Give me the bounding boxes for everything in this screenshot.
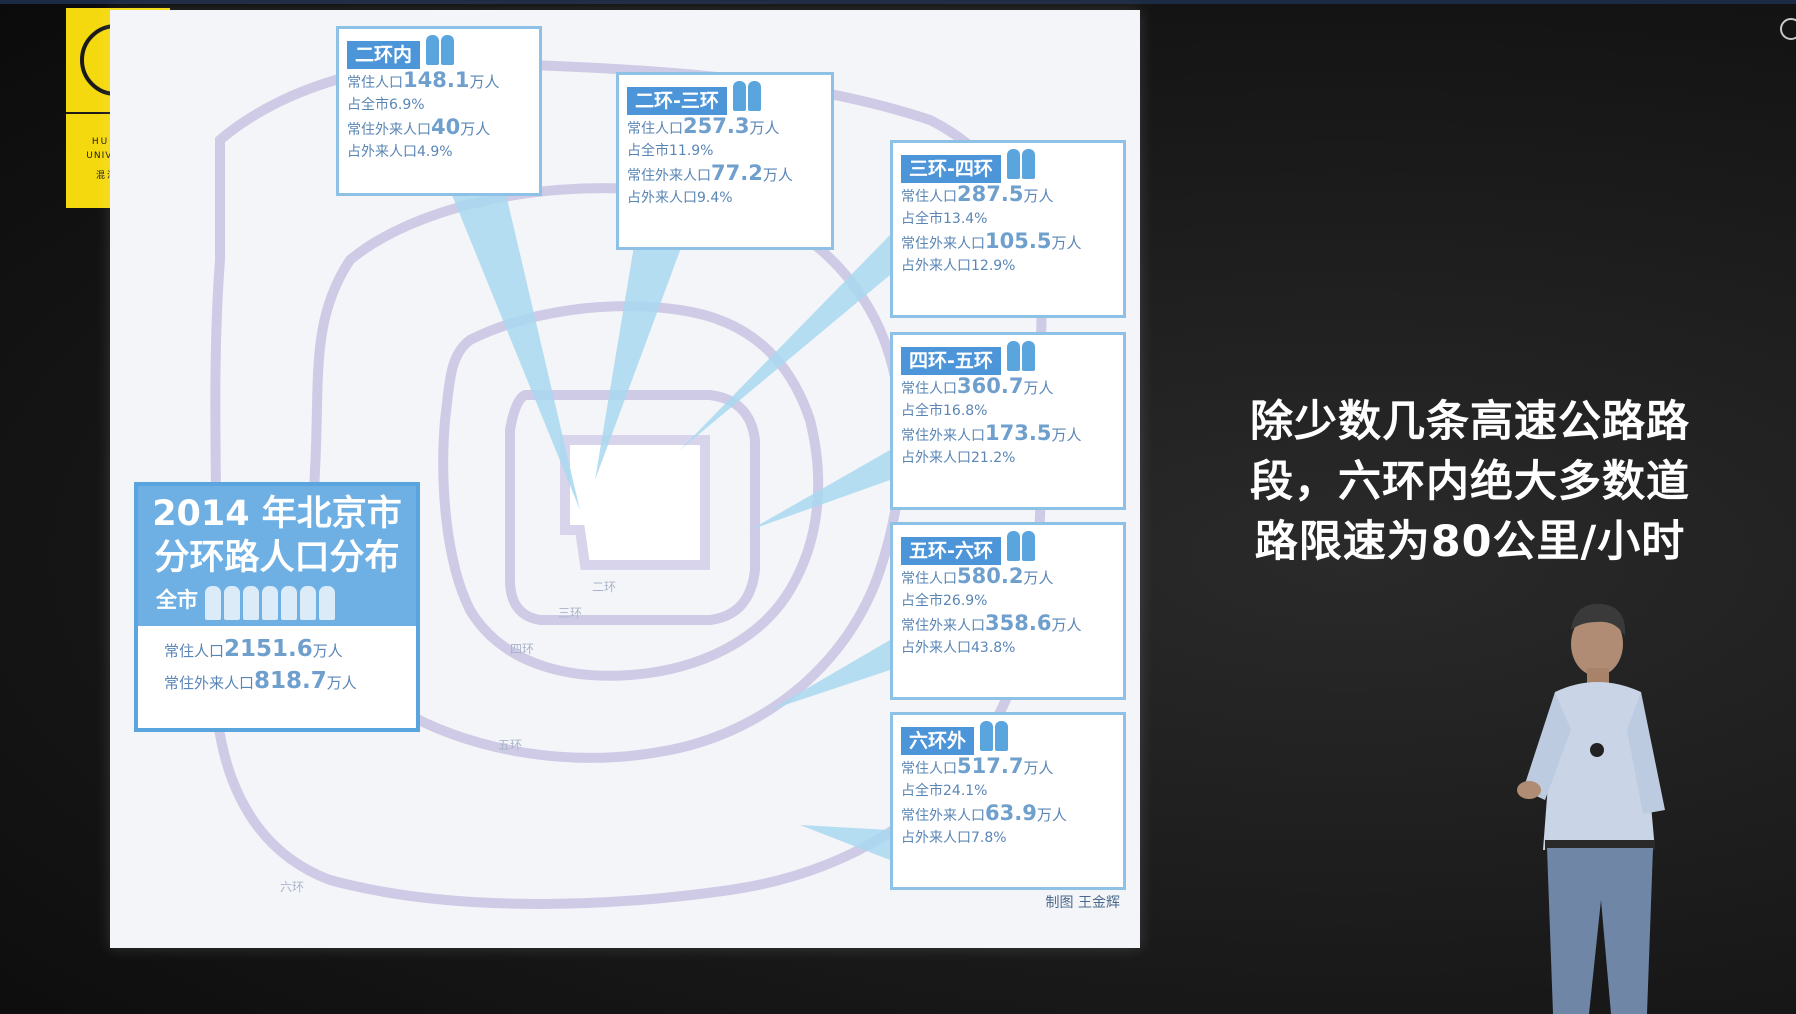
zone-title: 五环-六环 (901, 537, 1001, 565)
people-icon (426, 35, 456, 69)
resident-line: 常住人口148.1万人 (347, 68, 500, 92)
resident-line: 常住人口580.2万人 (901, 564, 1054, 588)
zone-title: 四环-五环 (901, 347, 1001, 375)
share-city: 占全市24.1% (901, 783, 988, 799)
people-icon (732, 81, 763, 115)
migrant-line: 常住外来人口358.6万人 (901, 611, 1082, 635)
zone-title: 二环-三环 (627, 87, 727, 115)
caption-line-2: 段，六环内绝大多数道 (1250, 457, 1690, 507)
zone-box-2nd-3rd: 二环-三环 常住人口257.3万人 占全市11.9% 常住外来人口77.2万人 … (616, 72, 834, 250)
share-migrant: 占外来人口43.8% (901, 640, 1016, 656)
map-credit: 制图 王金辉 (1045, 895, 1120, 911)
people-group-icon (205, 586, 338, 620)
zone-title: 六环外 (901, 727, 975, 755)
summary-title-line1: 2014 年北京市 (138, 486, 416, 536)
ring-label-2: 二环 (592, 580, 617, 594)
share-migrant: 占外来人口21.2% (901, 450, 1016, 466)
resident-line: 常住人口257.3万人 (627, 114, 780, 138)
people-icon (1006, 341, 1037, 375)
people-icon (980, 721, 1010, 755)
resident-line: 常住人口287.5万人 (901, 182, 1054, 206)
share-migrant: 占外来人口4.9% (347, 144, 453, 160)
projected-slide: 二环 三环 四环 五环 六环 二环内 常住人口148.1万人 占全市6.9% 常… (110, 10, 1140, 948)
share-migrant: 占外来人口7.8% (901, 830, 1007, 846)
people-icon (1006, 149, 1037, 183)
share-migrant: 占外来人口12.9% (901, 258, 1016, 274)
migrant-line: 常住外来人口173.5万人 (901, 421, 1082, 445)
migrant-line: 常住外来人口105.5万人 (901, 229, 1082, 253)
share-city: 占全市26.9% (901, 593, 988, 609)
share-city: 占全市13.4% (901, 211, 988, 227)
slide-caption: 除少数几条高速公路路 段，六环内绝大多数道 路限速为80公里/小时 (1190, 392, 1750, 572)
summary-scope-row: 全市 (138, 580, 416, 626)
migrant-line: 常住外来人口63.9万人 (901, 801, 1067, 825)
ring-label-6: 六环 (280, 880, 305, 894)
top-bar (0, 0, 1796, 4)
caption-line-3: 路限速为80公里/小时 (1254, 517, 1686, 567)
ring-label-3: 三环 (558, 606, 583, 620)
migrant-line: 常住外来人口40万人 (347, 115, 491, 139)
caption-line-1: 除少数几条高速公路路 (1250, 397, 1690, 447)
summary-box: 2014 年北京市 分环路人口分布 全市 常住人口2151.6万人 常住外来人口… (134, 482, 420, 732)
summary-migrant: 常住外来人口818.7万人 (164, 668, 357, 694)
summary-title-line2: 分环路人口分布 (138, 536, 416, 580)
ring-label-4: 四环 (510, 642, 535, 656)
share-city: 占全市11.9% (627, 143, 714, 159)
share-migrant: 占外来人口9.4% (627, 190, 733, 206)
migrant-line: 常住外来人口77.2万人 (627, 161, 793, 185)
zone-box-outside-6th: 六环外 常住人口517.7万人 占全市24.1% 常住外来人口63.9万人 占外… (890, 712, 1126, 890)
resident-line: 常住人口517.7万人 (901, 754, 1054, 778)
corner-settings-icon[interactable] (1780, 18, 1796, 40)
share-city: 占全市6.9% (347, 97, 425, 113)
speaker-figure (1517, 603, 1665, 1014)
resident-line: 常住人口360.7万人 (901, 374, 1054, 398)
ring-label-5: 五环 (498, 738, 523, 752)
video-frame: HUNDUN UNIVERSITY 混沌大学 二环 三环 四环 五环 (0, 0, 1796, 1014)
zone-box-inner-2nd: 二环内 常住人口148.1万人 占全市6.9% 常住外来人口40万人 占外来人口… (336, 26, 542, 196)
zone-title: 三环-四环 (901, 155, 1001, 183)
zone-title: 二环内 (347, 41, 421, 69)
summary-resident: 常住人口2151.6万人 (164, 636, 343, 662)
summary-body: 常住人口2151.6万人 常住外来人口818.7万人 (138, 626, 416, 706)
share-city: 占全市16.8% (901, 403, 988, 419)
people-icon (1006, 531, 1037, 565)
zone-box-3rd-4th: 三环-四环 常住人口287.5万人 占全市13.4% 常住外来人口105.5万人… (890, 140, 1126, 318)
summary-scope: 全市 (156, 588, 198, 612)
zone-box-4th-5th: 四环-五环 常住人口360.7万人 占全市16.8% 常住外来人口173.5万人… (890, 332, 1126, 510)
zone-box-5th-6th: 五环-六环 常住人口580.2万人 占全市26.9% 常住外来人口358.6万人… (890, 522, 1126, 700)
